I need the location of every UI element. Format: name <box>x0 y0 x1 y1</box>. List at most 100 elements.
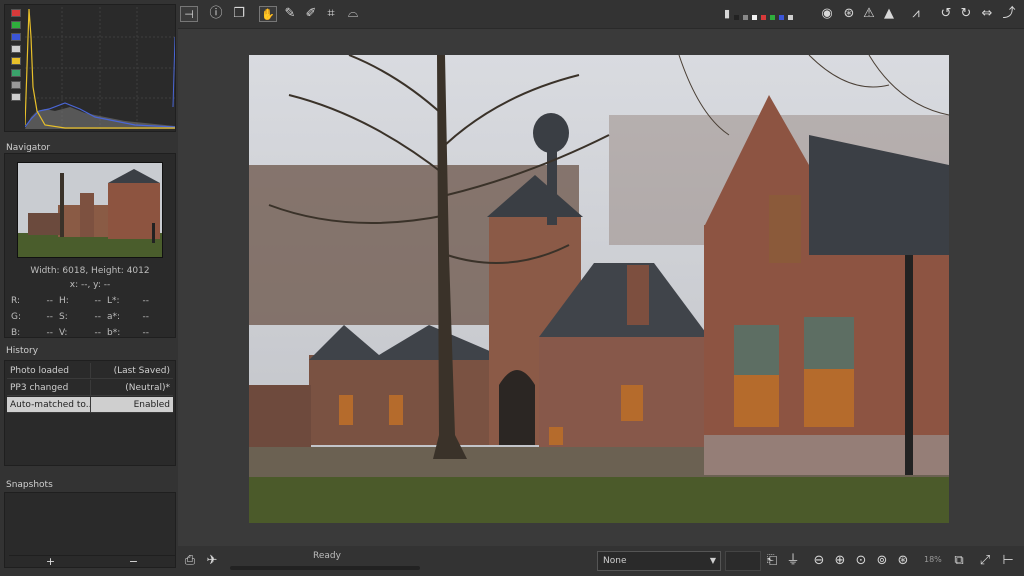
left-panel: Navigator Width: 6018, Height: 4012 x: -… <box>0 0 178 576</box>
history-panel: Photo loaded (Last Saved) PP3 changed (Neut… <box>4 360 176 466</box>
channel-swatch[interactable] <box>734 15 739 20</box>
zoom-level: 18% <box>924 555 942 564</box>
snapshots-title: Snapshots <box>6 480 53 490</box>
channel-swatch[interactable] <box>743 15 748 20</box>
zoom-100-icon[interactable]: ⊛ <box>895 553 911 569</box>
color-value: -- <box>94 312 102 322</box>
histogram-plot <box>25 7 175 129</box>
gamut-check-icon[interactable]: ⏚ <box>785 553 801 569</box>
color-value-label: S: <box>59 312 68 322</box>
straighten-icon[interactable]: ⌓ <box>344 6 362 22</box>
channel-swatch[interactable] <box>770 15 775 20</box>
channel-swatch[interactable] <box>752 15 757 20</box>
navigator-thumbnail[interactable] <box>17 162 163 258</box>
hide-right-panel-icon[interactable]: ⊢ <box>1000 553 1016 569</box>
history-title: History <box>6 346 39 356</box>
top-toolbar: ⊣ ⓘ ❐ ✋ ✎ ✐ ⌗ ⌓ ▮ ◉ ⊛ ⚠ ▲ ⩘ ↺ ↻ ⇔ ⤴ <box>178 0 1024 28</box>
histogram-chroma-button[interactable] <box>11 57 21 65</box>
save-image-icon[interactable]: ⎙ <box>182 553 198 569</box>
soft-proof-icon[interactable]: ⎗ <box>764 553 780 569</box>
color-value-label: G: <box>11 312 22 322</box>
color-value-label: a*: <box>107 312 121 322</box>
remove-snapshot-button[interactable]: − <box>92 556 175 568</box>
zoom-fit-crop-icon[interactable]: ⊚ <box>874 553 890 569</box>
channel-toggle-icon[interactable]: ▮ <box>722 6 732 22</box>
wb-picker-icon[interactable]: ✎ <box>281 6 299 22</box>
history-value: (Neutral)* <box>125 383 170 393</box>
fullscreen-icon[interactable]: ⤢ <box>977 553 993 569</box>
output-profile-value: None <box>603 556 627 566</box>
highlight-clip-icon[interactable]: ▲ <box>880 6 898 22</box>
history-action: Auto-matched to... <box>7 397 91 412</box>
image-dimensions: Width: 6018, Height: 4012 <box>30 266 150 276</box>
histogram-luminance-button[interactable] <box>11 45 21 53</box>
histogram-raw-button[interactable] <box>11 69 21 77</box>
color-values-grid: R: -- H: -- L*: -- G: -- S: -- a*: -- B: -- V: -- b*: -- <box>11 296 171 338</box>
color-value-label: H: <box>59 296 69 306</box>
flip-vertical-icon[interactable]: ⤴ <box>1000 6 1018 22</box>
color-value-label: b*: <box>107 328 121 338</box>
history-action: Photo loaded <box>7 363 91 378</box>
rotate-left-icon[interactable]: ↺ <box>937 6 955 22</box>
history-action: PP3 changed <box>7 380 91 395</box>
channel-swatch[interactable] <box>761 15 766 20</box>
color-value-label: R: <box>11 296 21 306</box>
gamut-icon[interactable]: ⊛ <box>840 6 858 22</box>
snapshots-panel: + − <box>4 492 176 568</box>
color-picker-icon[interactable]: ✐ <box>302 6 320 22</box>
preview-image[interactable] <box>249 55 949 523</box>
send-to-queue-icon[interactable]: ✈ <box>204 553 220 569</box>
flip-horizontal-icon[interactable]: ⇔ <box>978 6 996 22</box>
snapshot-buttons: + − <box>9 555 175 568</box>
histogram-bar-button[interactable] <box>11 81 21 89</box>
histogram-red-button[interactable] <box>11 9 21 17</box>
histogram-toggle-icon[interactable]: ⩘ <box>907 6 925 22</box>
color-value: -- <box>46 312 54 322</box>
hide-panel-icon[interactable]: ⊣ <box>180 6 198 22</box>
color-value: -- <box>94 296 102 306</box>
rotate-right-icon[interactable]: ↻ <box>957 6 975 22</box>
crop-icon[interactable]: ⌗ <box>322 6 340 22</box>
add-snapshot-button[interactable]: + <box>9 556 92 568</box>
color-value-label: B: <box>11 328 21 338</box>
color-value: -- <box>142 312 150 322</box>
color-value: -- <box>46 296 54 306</box>
zoom-out-icon[interactable]: ⊖ <box>811 553 827 569</box>
history-value: Enabled <box>133 400 170 410</box>
hand-icon[interactable]: ✋ <box>259 6 277 22</box>
history-value: (Last Saved) <box>113 366 170 376</box>
shadow-clip-icon[interactable]: ⚠ <box>860 6 878 22</box>
histogram-buttons <box>9 9 23 105</box>
color-value: -- <box>142 296 150 306</box>
color-value-label: L*: <box>107 296 120 306</box>
color-value: -- <box>94 328 102 338</box>
rendering-intent-select <box>725 551 761 571</box>
focus-mask-icon[interactable]: ◉ <box>818 6 836 22</box>
progress-bar <box>230 566 420 570</box>
zoom-fit-icon[interactable]: ⊙ <box>853 553 869 569</box>
channel-swatch[interactable] <box>779 15 784 20</box>
color-value: -- <box>142 328 150 338</box>
histogram-blue-button[interactable] <box>11 33 21 41</box>
bottom-bar: ⎙ ✈ Ready None ▼ ⎗ ⏚ ⊖ ⊕ ⊙ ⊚ ⊛ 18% ⧉ ⤢ ⊢ <box>178 546 1024 576</box>
color-value-label: V: <box>59 328 68 338</box>
history-row[interactable]: Photo loaded (Last Saved) <box>7 363 173 379</box>
histogram-green-button[interactable] <box>11 21 21 29</box>
histogram-panel <box>4 4 176 132</box>
navigator-panel: Width: 6018, Height: 4012 x: --, y: -- R… <box>4 153 176 338</box>
channel-swatch[interactable] <box>788 15 793 20</box>
history-row[interactable]: Auto-matched to... Enabled <box>7 397 173 413</box>
info-icon[interactable]: ⓘ <box>207 6 225 22</box>
output-profile-select[interactable]: None ▼ <box>597 551 721 571</box>
zoom-in-icon[interactable]: ⊕ <box>832 553 848 569</box>
before-after-icon[interactable]: ❐ <box>230 6 248 22</box>
cursor-coordinates: x: --, y: -- <box>69 280 111 290</box>
navigator-title: Navigator <box>6 143 51 153</box>
chevron-down-icon: ▼ <box>709 556 716 565</box>
image-viewer[interactable] <box>178 28 1024 546</box>
color-value: -- <box>46 328 54 338</box>
new-detail-window-icon[interactable]: ⧉ <box>951 553 967 569</box>
status-text: Ready <box>313 551 341 561</box>
histogram-mode-button[interactable] <box>11 93 21 101</box>
history-row[interactable]: PP3 changed (Neutral)* <box>7 380 173 396</box>
